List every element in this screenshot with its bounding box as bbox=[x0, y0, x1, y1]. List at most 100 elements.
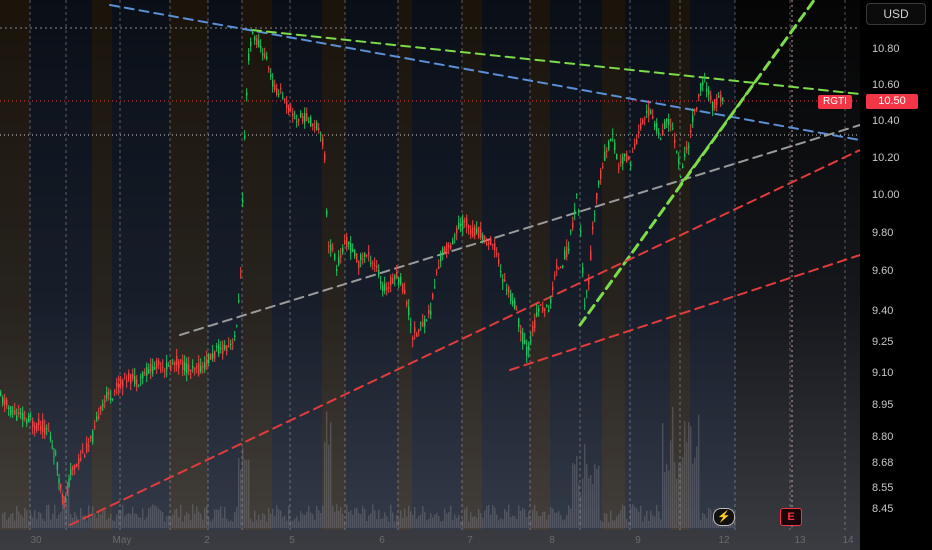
candle-body bbox=[0, 392, 2, 396]
volume-bar bbox=[624, 506, 626, 528]
volume-bar bbox=[256, 520, 258, 528]
candle-body bbox=[450, 245, 452, 249]
price-chart[interactable]: 10.80 10.60 10.40 10.20 10.00 9.80 9.60 9.40 9.2… bbox=[0, 0, 932, 550]
earnings-event-icon[interactable]: E bbox=[780, 508, 802, 526]
candle-body bbox=[51, 446, 53, 448]
candle-body bbox=[534, 319, 536, 328]
candle-body bbox=[636, 139, 638, 144]
volume-bar bbox=[674, 462, 676, 528]
candle-body bbox=[416, 333, 418, 337]
candle-body bbox=[272, 80, 274, 87]
candle-body bbox=[406, 301, 408, 305]
candle-body bbox=[492, 244, 494, 246]
volume-bar bbox=[474, 515, 476, 528]
lightning-icon[interactable]: ⚡ bbox=[713, 508, 735, 526]
y-tick-label: 9.25 bbox=[872, 336, 893, 348]
candle-body bbox=[156, 360, 158, 368]
candle-body bbox=[334, 254, 336, 260]
candle-body bbox=[562, 265, 564, 267]
volume-bar bbox=[28, 520, 30, 528]
candle-body bbox=[580, 230, 582, 233]
volume-bar bbox=[434, 514, 436, 528]
volume-bar bbox=[126, 514, 128, 528]
candle-body bbox=[388, 287, 390, 289]
candle-body bbox=[72, 466, 74, 471]
candle-body bbox=[304, 113, 306, 123]
volume-bar bbox=[148, 508, 150, 528]
candle-body bbox=[306, 113, 308, 121]
currency-button[interactable]: USD bbox=[866, 3, 926, 25]
candle-body bbox=[150, 363, 152, 372]
volume-bar bbox=[188, 514, 190, 528]
candle-body bbox=[718, 95, 720, 98]
candle-body bbox=[228, 345, 230, 347]
volume-bar bbox=[14, 520, 16, 528]
x-tick-label: 30 bbox=[30, 535, 42, 546]
candle-body bbox=[220, 348, 222, 350]
volume-bar bbox=[538, 515, 540, 528]
volume-bar bbox=[680, 463, 682, 528]
candle-body bbox=[716, 97, 718, 106]
volume-bar bbox=[634, 506, 636, 528]
candle-body bbox=[400, 276, 402, 284]
volume-bar bbox=[708, 507, 710, 528]
candle-body bbox=[260, 45, 262, 49]
candle-body bbox=[514, 300, 516, 310]
candle-body bbox=[268, 68, 270, 70]
volume-bar bbox=[334, 512, 336, 528]
candle-body bbox=[338, 256, 340, 265]
volume-bar bbox=[12, 512, 14, 528]
candle-body bbox=[460, 223, 462, 227]
volume-bar bbox=[392, 512, 394, 528]
volume-bar bbox=[284, 515, 286, 528]
candle-body bbox=[508, 287, 510, 293]
volume-bar bbox=[200, 513, 202, 528]
volume-bar bbox=[514, 516, 516, 528]
volume-bar bbox=[468, 521, 470, 528]
volume-bar bbox=[186, 511, 188, 528]
candle-body bbox=[632, 151, 634, 153]
volume-bar bbox=[608, 521, 610, 528]
candle-body bbox=[184, 362, 186, 372]
candle-body bbox=[12, 410, 14, 413]
candle-body bbox=[298, 119, 300, 122]
volume-bar bbox=[532, 509, 534, 528]
candle-body bbox=[340, 255, 342, 257]
candle-body bbox=[88, 445, 90, 447]
candle-body bbox=[48, 430, 50, 432]
volume-bar bbox=[40, 513, 42, 528]
candle-body bbox=[706, 88, 708, 92]
candle-body bbox=[284, 99, 286, 101]
volume-bar bbox=[446, 513, 448, 528]
candle-body bbox=[432, 294, 434, 299]
volume-bar bbox=[266, 521, 268, 528]
candle-body bbox=[302, 115, 304, 122]
volume-bar bbox=[304, 515, 306, 528]
candle-body bbox=[622, 156, 624, 165]
volume-bar bbox=[18, 511, 20, 528]
volume-bar bbox=[144, 519, 146, 528]
candle-body bbox=[188, 364, 190, 372]
volume-bar bbox=[640, 505, 642, 528]
candle-body bbox=[308, 120, 310, 123]
candle-body bbox=[646, 110, 648, 113]
candle-body bbox=[82, 451, 84, 453]
candle-body bbox=[684, 153, 686, 157]
candle-body bbox=[158, 360, 160, 365]
candle-body bbox=[128, 372, 130, 381]
volume-bar bbox=[244, 459, 246, 528]
candle-body bbox=[404, 290, 406, 295]
candle-body bbox=[414, 327, 416, 333]
session-band bbox=[462, 0, 482, 530]
volume-bar bbox=[458, 514, 460, 528]
volume-bar bbox=[98, 511, 100, 528]
candle-body bbox=[696, 107, 698, 110]
candle-body bbox=[648, 107, 650, 116]
candle-body bbox=[674, 139, 676, 144]
volume-bar bbox=[2, 513, 4, 528]
candle-body bbox=[190, 369, 192, 372]
candle-body bbox=[708, 89, 710, 95]
candle-body bbox=[512, 300, 514, 305]
volume-bar bbox=[320, 513, 322, 528]
volume-bar bbox=[368, 515, 370, 528]
